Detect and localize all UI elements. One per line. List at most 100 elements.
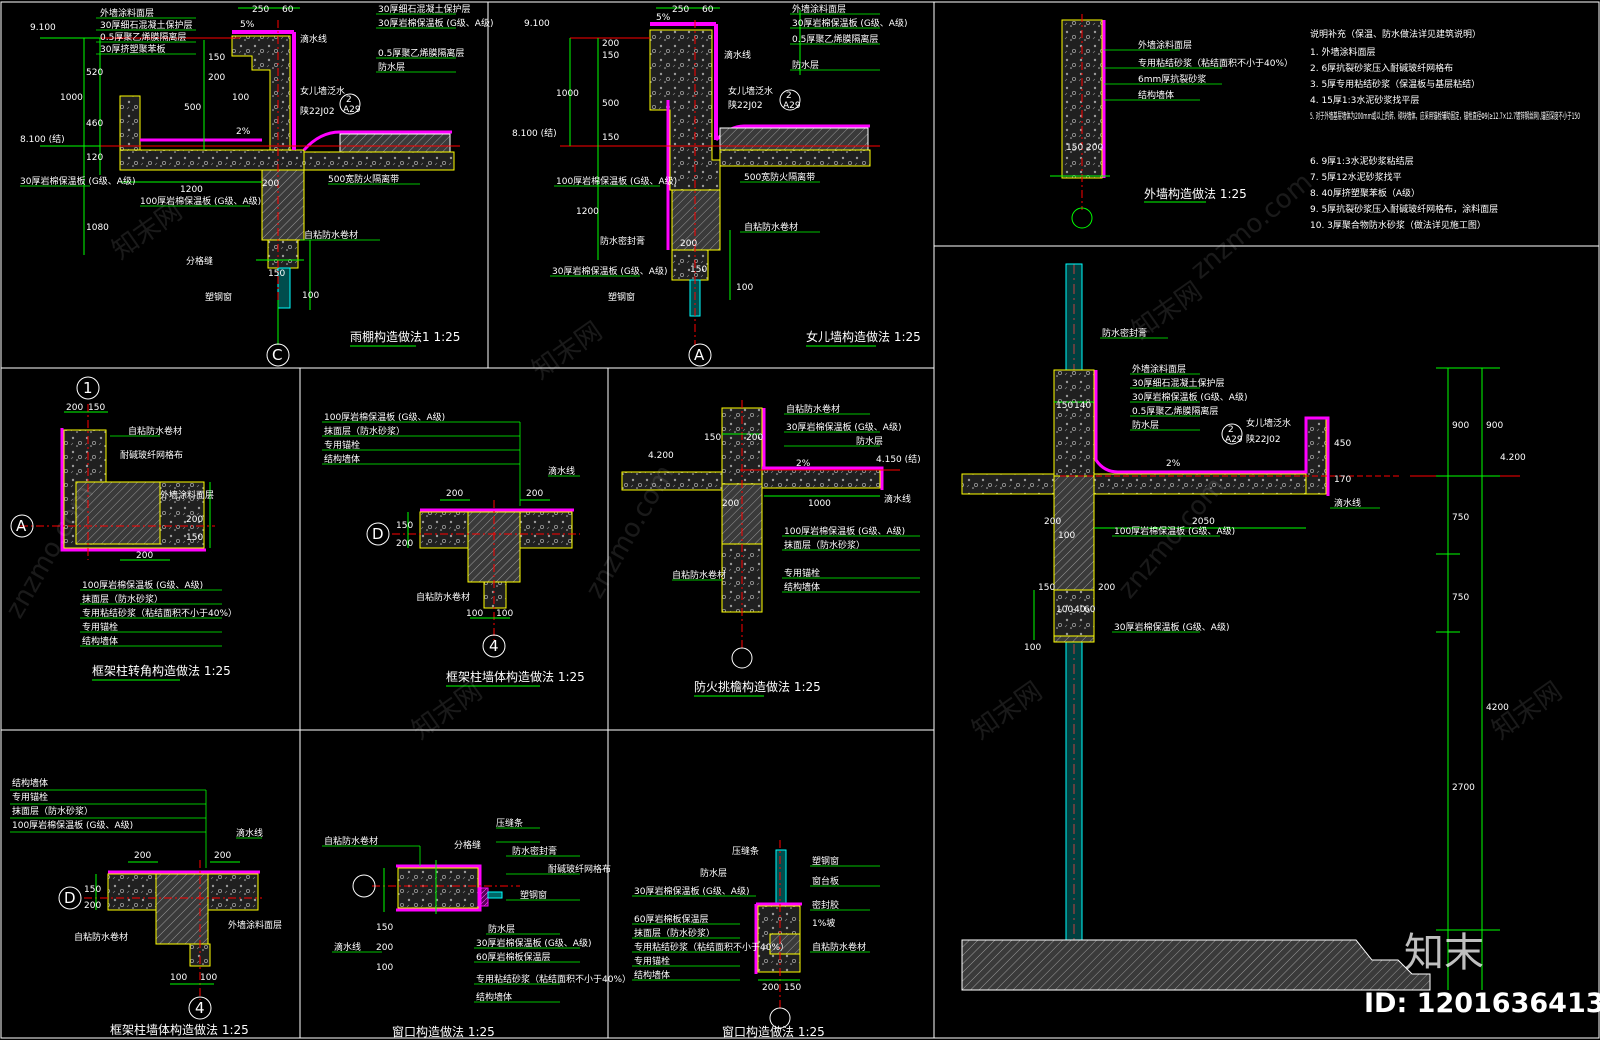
fire-dim-200: 200 [746,433,763,443]
canopy-dim-150: 150 [208,53,225,63]
detail-window-2: 200 150 30厚岩棉保温板 (G级、A级) 60厚岩棉板保温层 抹面层（防… [632,840,880,1039]
canopy-elev-floor: 8.100 (结) [20,133,65,145]
t2-dim-100b: 100 [200,973,217,983]
parapet-label-waterproof: 防水层 [792,59,819,71]
canopy-dim-1000: 1000 [60,93,83,103]
t2-dim-200b: 200 [214,851,231,861]
fire-elev-left: 4.200 [648,451,674,461]
fire-label-wool30: 30厚岩棉保温板 (G级、A级) [786,421,901,433]
w1-label-wool60: 60厚岩棉板保温层 [476,951,550,963]
corner-label-anchor: 专用锚栓 [82,621,118,633]
fire-dim-2pct: 2% [796,459,811,469]
w2-dim-200: 200 [762,983,779,993]
corner-label-crack: 抹面层（防水砂浆） [82,593,163,605]
t-label-membrane: 自粘防水卷材 [416,591,470,603]
note-7: 7. 5厚12水泥砂浆找平 [1310,171,1402,183]
detail-window-1: 100 200 150 自粘防水卷材 压缝条 分格缝 防水密封膏 耐碱玻纤网格布… [322,817,631,1039]
corner-axis-label-side: A [16,517,27,535]
section-dim-140: 140 [1074,401,1091,411]
canopy-dim-250: 250 [252,5,269,15]
corner-label-mesh: 耐碱玻纤网格布 [120,449,183,461]
w1-label-membrane: 自粘防水卷材 [324,835,378,847]
parapet-elev-top: 9.100 [524,19,550,29]
section-dim-2700: 2700 [1452,783,1475,793]
canopy-label-film: 0.5厚聚乙烯膜隔离层 [100,31,186,43]
canopy-dim-520: 520 [86,68,103,78]
t2-label-wool100: 100厚岩棉保温板 (G级、A级) [12,819,133,831]
fire-label-anchor: 专用锚栓 [784,567,820,579]
canopy-label-protect-r: 30厚细石混凝土保护层 [378,3,470,15]
canopy-dim-100: 100 [232,93,249,103]
parapet-elev-floor: 8.100 (结) [512,127,557,139]
parapet-ref-code: 陕22J02 [728,99,763,111]
brand-logo-text: 知末 [1404,930,1484,976]
w1-title: 窗口构造做法 1:25 [392,1024,495,1039]
fire-title: 防火挑檐构造做法 1:25 [694,679,821,694]
canopy-dim-460: 460 [86,119,103,129]
parapet-label-fire-band: 500宽防火隔离带 [744,171,815,183]
note-5: 5. 对于外墙基层墙体为200mm或以上的砖、砌块墙体，应采用锚栓辅助固定，锚栓… [1310,110,1580,122]
canopy-ref-text: 女儿墙泛水 [300,85,345,97]
wall-label-glue: 专用粘结砂浆（粘结面积不小于40%） [1138,57,1293,69]
parapet-dim-250: 250 [672,5,689,15]
w2-label-membrane: 自粘防水卷材 [812,941,866,953]
parapet-dim-60: 60 [702,5,714,15]
w1-label-waterproof: 防水层 [488,923,515,935]
canopy-label-finish: 外墙涂料面层 [100,7,154,19]
section-dim-200: 200 [1044,517,1061,527]
w2-label-strip: 压缝条 [732,845,759,857]
w1-label-window: 塑钢窗 [520,889,547,901]
canopy-label-waterproof: 防水层 [378,61,405,73]
fire-axis-bubble [731,647,753,669]
w2-label-wool30: 30厚岩棉保温板 (G级、A级) [634,885,749,897]
wm-site-6: 知末网 [1127,276,1208,345]
parapet-dim-1000: 1000 [556,89,579,99]
canopy-ref-code: 陕22J02 [300,105,335,117]
notes-heading: 说明补充（保温、防水做法详见建筑说明） [1310,28,1481,40]
fire-label-membrane: 自粘防水卷材 [786,403,840,415]
fire-label-wool100: 100厚岩棉保温板 (G级、A级) [784,525,905,537]
t-axis-label-side: D [372,525,384,543]
fire-label-drip: 滴水线 [884,493,911,505]
section-label-waterproof: 防水层 [1132,419,1159,431]
section-dim-150b: 150 [1038,583,1055,593]
note-8: 8. 40厚挤塑聚苯板（A级） [1310,187,1420,199]
t2-label-drip: 滴水线 [236,827,263,839]
t2-label-membrane: 自粘防水卷材 [74,931,128,943]
canopy-dim-1080: 1080 [86,223,109,233]
t2-label-crack: 抹面层（防水砂浆） [12,805,93,817]
wall-dim-150: 150 [1066,143,1083,153]
w2-label-anchor: 专用锚栓 [634,955,670,967]
wall-dim-200: 200 [1086,143,1103,153]
corner-title: 框架柱转角构造做法 1:25 [92,663,231,678]
canopy-label-film-r: 0.5厚聚乙烯膜隔离层 [378,47,464,59]
t-dim-200b: 200 [526,489,543,499]
section-label-drip: 滴水线 [1334,497,1361,509]
parapet-label-window: 塑钢窗 [608,291,635,303]
detail-column-t2: 200 200 150 200 100 100 结构墙体 专用锚栓 抹面层（防水… [10,777,282,1037]
corner-label-membrane: 自粘防水卷材 [128,425,182,437]
wm-url-4: znzmo.com [1185,167,1318,285]
canopy-label-5pct: 5% [240,20,255,30]
fire-elev-right: 4.150 (结) [876,453,921,465]
parapet-label-film: 0.5厚聚乙烯膜隔离层 [792,33,878,45]
t2-dim-150: 150 [84,885,101,895]
corner-dim-150b: 150 [186,533,203,543]
canopy-title: 雨棚构造做法1 1:25 [350,329,460,344]
parapet-label-finish: 外墙涂料面层 [792,3,846,15]
w1-axis-bubble [352,874,376,898]
wall-label-crack: 6mm厚抗裂砂浆 [1138,73,1206,85]
notes-items: 1. 外墙涂料面层 2. 6厚抗裂砂浆压入耐碱玻纤网格布 3. 5厚专用粘结砂浆… [1310,46,1580,231]
parapet-title: 女儿墙构造做法 1:25 [806,329,921,344]
corner-label-glue: 专用粘结砂浆（粘结面积不小于40%） [82,607,237,619]
t-axis-label-bottom: 4 [489,637,499,655]
section-label-finish: 外墙涂料面层 [1132,363,1186,375]
fire-dim-200b: 200 [722,499,739,509]
cad-drawing-sheet: 250 60 150 200 520 1000 460 120 1200 108… [0,1,1600,1039]
w1-label-joint: 分格缝 [454,839,481,851]
t2-label-struct: 结构墙体 [12,777,48,789]
detail-fire-eave: 150 200 200 1000 2% 4.200 4.150 (结) 自粘防水… [621,400,921,697]
section-dim-750b: 750 [1452,593,1469,603]
t-dim-100: 100 [466,609,483,619]
canopy-elev-top: 9.100 [30,23,56,33]
